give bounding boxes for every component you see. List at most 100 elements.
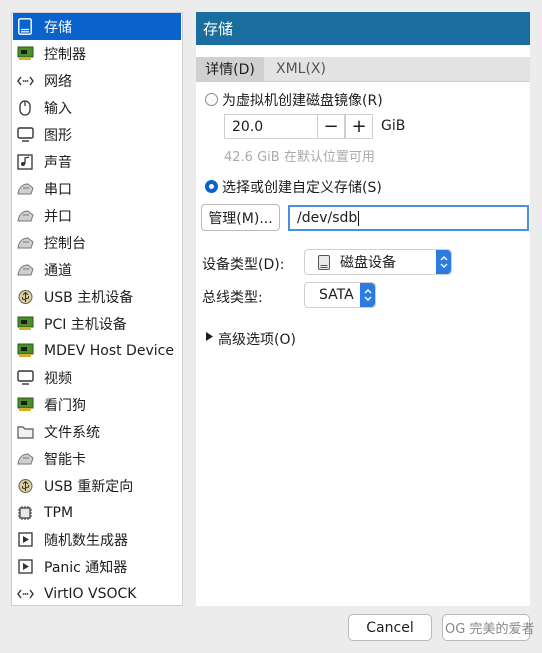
storage-path-value: /dev/sdb (297, 210, 358, 226)
sidebar-item-label: 串口 (44, 181, 72, 198)
sidebar-item-label: PCI 主机设备 (44, 316, 127, 333)
sidebar-item[interactable]: 文件系统 (13, 418, 181, 445)
advanced-options-label[interactable]: 高级选项(O) (218, 329, 296, 349)
storage-panel: 存储 详情(D) XML(X) 为虚拟机创建磁盘镜像(R) 20.0 − + G… (196, 12, 530, 606)
sidebar-item-label: 声音 (44, 154, 72, 171)
device-type-label: 设备类型(D): (202, 257, 285, 273)
custom-storage-label[interactable]: 选择或创建自定义存储(S) (222, 177, 382, 197)
device-type-value: 磁盘设备 (340, 255, 396, 271)
sidebar-item-label: USB 主机设备 (44, 289, 134, 306)
tab-bar: 详情(D) XML(X) (196, 57, 530, 82)
manage-button[interactable]: 管理(M)... (201, 204, 280, 231)
tab-details[interactable]: 详情(D) (196, 57, 264, 81)
folder-icon (16, 423, 34, 441)
disclosure-triangle-icon[interactable] (206, 332, 213, 341)
sidebar-item[interactable]: 看门狗 (13, 391, 181, 418)
sidebar-item-label: Panic 通知器 (44, 559, 128, 576)
cancel-button[interactable]: Cancel (348, 614, 432, 641)
vsock-icon (16, 585, 34, 603)
storage-path-input[interactable]: /dev/sdb (288, 205, 529, 231)
sidebar-item[interactable]: 图形 (13, 121, 181, 148)
create-image-radio[interactable] (205, 93, 218, 106)
sidebar-item-label: 控制器 (44, 46, 86, 63)
disk-size-value: 20.0 (232, 118, 264, 135)
sidebar-item[interactable]: 并口 (13, 202, 181, 229)
sidebar-item-label: MDEV Host Device (44, 342, 174, 359)
watermark-text: OG 完美的爱者 (445, 622, 535, 637)
sidebar-item-label: USB 重新定向 (44, 478, 134, 495)
sidebar-item[interactable]: 网络 (13, 67, 181, 94)
sidebar-item-label: 智能卡 (44, 451, 86, 468)
mouse-icon (16, 99, 34, 117)
sidebar-item-label: TPM (44, 504, 74, 521)
size-increase-button[interactable]: + (345, 114, 373, 139)
parallel-port-icon (16, 207, 34, 225)
bus-type-label: 总线类型: (202, 290, 263, 306)
sidebar-item[interactable]: USB 主机设备 (13, 283, 181, 310)
sidebar-item-label: 看门狗 (44, 397, 86, 414)
channel-icon (16, 261, 34, 279)
available-space-text: 42.6 GiB 在默认位置可用 (224, 150, 375, 165)
video-monitor-icon (16, 369, 34, 387)
sidebar-item[interactable]: 串口 (13, 175, 181, 202)
smartcard-icon (16, 450, 34, 468)
sidebar-item-label: 并口 (44, 208, 72, 225)
size-decrease-button[interactable]: − (317, 114, 345, 139)
panel-title: 存储 (203, 20, 234, 38)
sidebar-item[interactable]: 输入 (13, 94, 181, 121)
sidebar-item-label: 通道 (44, 262, 72, 279)
controller-card-icon (16, 45, 34, 63)
sidebar-item-label: 输入 (44, 100, 72, 117)
sidebar-item-label: 图形 (44, 127, 72, 144)
disk-size-input[interactable]: 20.0 (224, 114, 318, 139)
sidebar-item-label: 文件系统 (44, 424, 100, 441)
mdev-card-icon (16, 342, 34, 360)
device-type-select[interactable]: 磁盘设备 (304, 249, 452, 275)
sidebar-item[interactable]: USB 重新定向 (13, 472, 181, 499)
serial-port-icon (16, 180, 34, 198)
sidebar-item[interactable]: 控制器 (13, 40, 181, 67)
watchdog-card-icon (16, 396, 34, 414)
sidebar-item-label: 随机数生成器 (44, 532, 128, 549)
custom-storage-radio[interactable] (205, 180, 218, 193)
text-caret (358, 210, 360, 226)
monitor-icon (16, 126, 34, 144)
sidebar-item[interactable]: 视频 (13, 364, 181, 391)
sidebar-item[interactable]: 随机数生成器 (13, 526, 181, 553)
device-list: 存储控制器网络输入图形声音串口并口控制台通道 USB 主机设备 PCI 主机设备 MD… (11, 12, 183, 606)
size-unit-label: GiB (381, 118, 406, 134)
sidebar-item[interactable]: PCI 主机设备 (13, 310, 181, 337)
rng-icon (16, 531, 34, 549)
sidebar-item-label: 控制台 (44, 235, 86, 252)
usb-redirect-icon (16, 477, 34, 495)
bus-type-value: SATA (319, 287, 354, 303)
sidebar-item-label: VirtIO VSOCK (44, 585, 137, 602)
network-icon (16, 72, 34, 90)
sidebar-item[interactable]: MDEV Host Device (13, 337, 181, 364)
sidebar-item[interactable]: Panic 通知器 (13, 553, 181, 580)
sidebar-item[interactable]: VirtIO VSOCK (13, 580, 181, 607)
sidebar-item-label: 网络 (44, 73, 72, 90)
sidebar-item-label: 存储 (44, 19, 72, 36)
finish-button-with-watermark[interactable]: OG 完美的爱者 (442, 614, 534, 641)
sidebar-item[interactable]: 通道 (13, 256, 181, 283)
storage-disk-icon (16, 18, 34, 36)
updown-arrow-icon (360, 283, 375, 307)
sidebar-item[interactable]: 智能卡 (13, 445, 181, 472)
updown-arrow-icon (436, 250, 451, 274)
sidebar-item-label: 视频 (44, 370, 72, 387)
pci-card-icon (16, 315, 34, 333)
sound-icon (16, 153, 34, 171)
panic-icon (16, 558, 34, 576)
sidebar-item[interactable]: 声音 (13, 148, 181, 175)
bus-type-select[interactable]: SATA (304, 282, 376, 308)
sidebar-item[interactable]: 控制台 (13, 229, 181, 256)
console-icon (16, 234, 34, 252)
chip-icon (16, 504, 34, 522)
create-image-label[interactable]: 为虚拟机创建磁盘镜像(R) (222, 90, 383, 110)
sidebar-item[interactable]: TPM (13, 499, 181, 526)
hard-disk-icon (318, 254, 330, 270)
sidebar-item[interactable]: 存储 (13, 13, 181, 40)
tab-xml[interactable]: XML(X) (268, 57, 334, 81)
usb-icon (16, 288, 34, 306)
